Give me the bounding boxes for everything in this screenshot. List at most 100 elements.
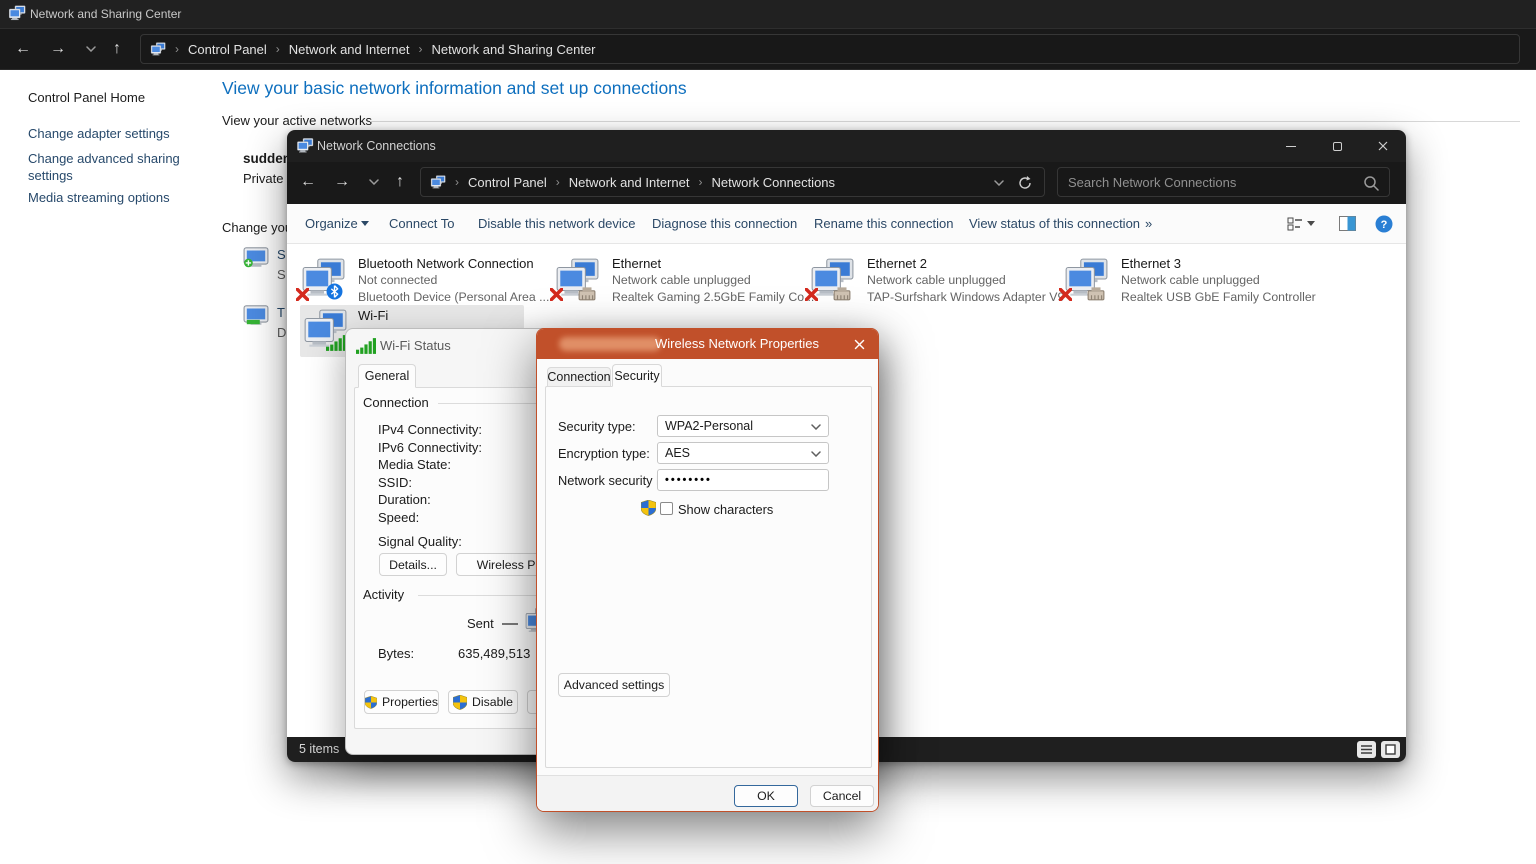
tab-general[interactable]: General: [358, 364, 416, 388]
adapter-name: Wi-Fi: [358, 308, 388, 323]
more-commands-button[interactable]: »: [1145, 204, 1152, 243]
details-button[interactable]: Details...: [379, 553, 447, 576]
icons-view-toggle[interactable]: [1381, 741, 1400, 758]
forward-button[interactable]: →: [43, 29, 73, 69]
view-list-icon: [1287, 217, 1303, 231]
wireless-network-properties-dialog: Wireless Network Properties Connection S…: [536, 328, 879, 812]
active-network-name[interactable]: sudden: [243, 151, 291, 166]
breadcrumb-network-and-internet[interactable]: Network and Internet: [289, 42, 410, 57]
field-ssid: SSID:: [378, 475, 412, 490]
advanced-settings-button[interactable]: Advanced settings: [558, 673, 670, 697]
up-button[interactable]: ↑: [102, 29, 132, 69]
close-button[interactable]: [844, 329, 874, 359]
security-type-dropdown[interactable]: WPA2-Personal: [657, 415, 829, 437]
nc-address-bar[interactable]: › Control Panel › Network and Internet ›…: [420, 167, 1045, 197]
disable-device-button[interactable]: Disable this network device: [478, 204, 636, 243]
breadcrumb-network-and-internet[interactable]: Network and Internet: [569, 175, 690, 190]
search-input[interactable]: [1058, 168, 1389, 196]
sidebar-item-media-streaming-options[interactable]: Media streaming options: [28, 190, 170, 205]
sent-label: Sent: [467, 616, 494, 631]
help-button[interactable]: ?: [1375, 204, 1393, 243]
adapter-name: Bluetooth Network Connection: [358, 256, 534, 271]
connect-to-button[interactable]: Connect To: [389, 204, 455, 243]
caret-down-icon: [361, 221, 369, 226]
adapter-bluetooth[interactable]: Bluetooth Network Connection Not connect…: [300, 256, 550, 308]
bytes-value: 635,489,513: [458, 646, 530, 661]
task-troubleshoot-subtitle: D: [277, 325, 286, 340]
adapter-status: Not connected: [358, 273, 437, 287]
diagnose-connection-button[interactable]: Diagnose this connection: [652, 204, 797, 243]
preview-pane-button[interactable]: [1339, 204, 1356, 243]
nsc-address-bar[interactable]: › Control Panel › Network and Internet ›…: [140, 34, 1520, 64]
disable-button[interactable]: Disable: [448, 690, 518, 714]
breadcrumb-separator: ›: [455, 175, 459, 189]
nsc-navbar: ← → ↑ › Control Panel › Network and Inte…: [0, 28, 1536, 70]
disconnected-x-icon: [550, 288, 563, 301]
close-icon: [854, 339, 865, 350]
preview-pane-icon: [1339, 216, 1356, 231]
organize-menu[interactable]: Organize: [305, 204, 369, 243]
tab-connection[interactable]: Connection: [547, 367, 611, 387]
encryption-type-label: Encryption type:: [558, 446, 650, 461]
sidebar-item-change-adapter-settings[interactable]: Change adapter settings: [28, 126, 170, 141]
view-options-button[interactable]: [1287, 204, 1315, 243]
breadcrumb-control-panel[interactable]: Control Panel: [468, 175, 547, 190]
back-button[interactable]: ←: [293, 162, 323, 202]
task-troubleshoot[interactable]: T: [277, 305, 285, 320]
back-button[interactable]: ←: [8, 29, 38, 69]
nc-search-box[interactable]: [1057, 167, 1390, 197]
rename-connection-button[interactable]: Rename this connection: [814, 204, 953, 243]
address-location-icon: [150, 42, 166, 57]
field-ipv4: IPv4 Connectivity:: [378, 422, 482, 437]
adapter-ethernet2[interactable]: Ethernet 2 Network cable unplugged TAP-S…: [809, 256, 1059, 308]
change-settings-heading: Change you: [222, 220, 292, 235]
disconnected-x-icon: [1059, 288, 1072, 301]
ok-button[interactable]: OK: [734, 785, 798, 807]
tab-security[interactable]: Security: [612, 364, 662, 387]
field-duration: Duration:: [378, 492, 431, 507]
network-security-key-field[interactable]: ••••••••: [657, 469, 829, 491]
help-icon: ?: [1375, 215, 1393, 233]
close-button[interactable]: [1360, 130, 1406, 162]
up-button[interactable]: ↑: [385, 162, 415, 202]
breadcrumb-network-sharing-center[interactable]: Network and Sharing Center: [431, 42, 595, 57]
dialog-title: Wireless Network Properties: [655, 336, 819, 351]
breadcrumb-separator: ›: [698, 175, 702, 189]
active-networks-label: View your active networks: [222, 113, 372, 128]
breadcrumb-network-connections[interactable]: Network Connections: [711, 175, 835, 190]
task-setup-connection-subtitle: S: [277, 267, 286, 282]
breadcrumb-control-panel[interactable]: Control Panel: [188, 42, 267, 57]
uac-shield-icon: [453, 695, 467, 710]
sidebar-item-change-advanced-sharing[interactable]: Change advanced sharing settings: [28, 150, 180, 184]
bytes-label: Bytes:: [378, 646, 414, 661]
show-characters-checkbox[interactable]: [660, 502, 673, 515]
cancel-button[interactable]: Cancel: [810, 785, 874, 807]
nc-titlebar: Network Connections: [287, 130, 1406, 162]
adapter-device: Realtek Gaming 2.5GbE Family Co...: [612, 290, 814, 304]
nsc-titlebar: Network and Sharing Center: [0, 0, 1536, 28]
refresh-icon[interactable]: [1018, 176, 1032, 190]
active-network-profile: Private: [243, 171, 283, 186]
address-dropdown-icon[interactable]: [994, 180, 1004, 186]
properties-button[interactable]: Properties: [364, 690, 439, 714]
caret-down-icon: [1307, 221, 1315, 226]
ethernet-plug-icon: [833, 285, 851, 301]
ethernet-plug-icon: [578, 285, 596, 301]
adapter-ethernet[interactable]: Ethernet Network cable unplugged Realtek…: [554, 256, 804, 308]
adapter-status: Network cable unplugged: [612, 273, 751, 287]
dialog-title: Wi-Fi Status: [380, 338, 451, 353]
sidebar-control-panel-home[interactable]: Control Panel Home: [28, 90, 145, 105]
encryption-type-dropdown[interactable]: AES: [657, 442, 829, 464]
adapter-ethernet3[interactable]: Ethernet 3 Network cable unplugged Realt…: [1063, 256, 1313, 308]
forward-button[interactable]: →: [327, 162, 357, 202]
maximize-button[interactable]: [1314, 130, 1360, 162]
troubleshoot-icon: [243, 303, 269, 332]
task-setup-connection[interactable]: S: [277, 247, 286, 262]
nc-app-icon: [296, 138, 314, 154]
minimize-button[interactable]: [1268, 130, 1314, 162]
show-characters-label: Show characters: [678, 502, 773, 517]
details-view-toggle[interactable]: [1357, 741, 1376, 758]
adapter-device: Realtek USB GbE Family Controller: [1121, 290, 1316, 304]
properties-button-label: Properties: [382, 695, 438, 709]
view-status-button[interactable]: View status of this connection: [969, 204, 1140, 243]
